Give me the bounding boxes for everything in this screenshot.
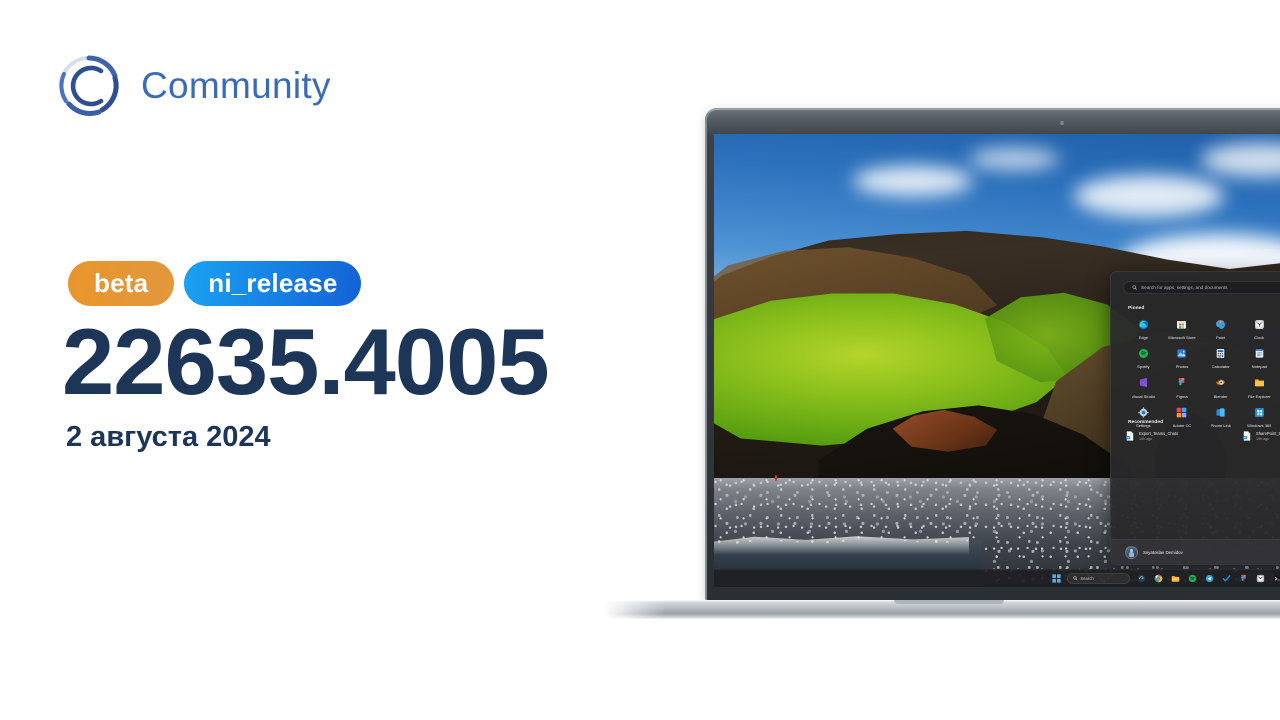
figma-icon — [1173, 374, 1190, 391]
pinned-app-spotify[interactable]: Spotify — [1124, 345, 1163, 369]
release-badges: beta ni_release — [68, 261, 362, 306]
pinned-app-edge[interactable]: Edge — [1124, 316, 1163, 340]
channel-badge-beta: beta — [68, 261, 175, 306]
taskbar-search-label: Search — [1080, 576, 1094, 581]
search-icon — [1073, 576, 1078, 581]
webcam-dot-icon — [1060, 121, 1064, 125]
taskbar-items[interactable]: Search — [1050, 573, 1280, 585]
file-explorer-icon — [1251, 374, 1268, 391]
to-do-icon[interactable] — [1220, 573, 1232, 585]
file-meta: 19h ago — [1256, 437, 1270, 441]
recommended-title: Recommended — [1128, 420, 1164, 426]
calculator-icon — [1212, 345, 1229, 362]
release-date: 2 августа 2024 — [66, 421, 271, 453]
start-menu-search-placeholder: Search for apps, settings, and documents — [1141, 285, 1228, 290]
branch-badge-ni-release: ni_release — [184, 261, 362, 306]
pinned-app-paint[interactable]: Paint — [1201, 316, 1240, 340]
microsoft-store-icon — [1173, 316, 1190, 333]
notepad-icon — [1251, 345, 1268, 362]
figma-icon[interactable] — [1237, 573, 1249, 585]
spotify-icon — [1135, 345, 1152, 362]
start-menu-footer: Svyatoslav Demidov — [1111, 539, 1280, 564]
laptop-screen: Search for apps, settings, and documents… — [714, 134, 1280, 587]
pinned-apps-grid[interactable]: Edge Microsoft Store Paint Clock Media P — [1124, 316, 1280, 428]
file-meta: 14h ago — [1139, 437, 1153, 441]
document-file-icon: W — [1242, 431, 1252, 441]
app-label: Calculator — [1211, 364, 1230, 370]
app-label: Photos — [1175, 364, 1189, 370]
taskbar[interactable]: Search — [714, 569, 1280, 587]
taskbar-search-box[interactable]: Search — [1067, 573, 1130, 584]
clock-icon — [1251, 316, 1268, 333]
pinned-app-visual-studio[interactable]: Visual Studio — [1124, 374, 1163, 399]
pinned-app-microsoft-store[interactable]: Microsoft Store — [1163, 316, 1202, 340]
spotify-icon[interactable] — [1186, 573, 1198, 585]
app-label: Visual Studio — [1131, 393, 1156, 399]
laptop-base — [604, 600, 1280, 619]
app-label: Edge — [1138, 335, 1149, 341]
chrome-icon[interactable] — [1152, 573, 1164, 585]
file-name: SharePoint_Site_Set_Read_Only_All — [1256, 431, 1280, 436]
recommended-section-header: Recommended More — [1128, 417, 1280, 429]
pinned-section-header: Pinned All apps — [1128, 303, 1280, 315]
laptop-base-notch — [894, 600, 1004, 604]
list-item[interactable]: W Export_Teams_Chats 14h ago — [1125, 431, 1238, 441]
recommended-list[interactable]: W Export_Teams_Chats 14h ago W SharePoin… — [1125, 431, 1280, 441]
pinned-title: Pinned — [1128, 306, 1145, 312]
pinned-app-photos[interactable]: Photos — [1163, 345, 1202, 369]
brand-name: Community — [141, 65, 331, 106]
pinned-app-file-explorer[interactable]: File Explorer — [1240, 374, 1279, 399]
app-label: Paint — [1216, 335, 1226, 341]
pinned-app-blender[interactable]: Blender — [1201, 374, 1240, 399]
distant-person — [774, 475, 777, 482]
list-item[interactable]: W SharePoint_Site_Set_Read_Only_All 19h … — [1242, 431, 1280, 441]
app-label: Spotify — [1137, 364, 1150, 370]
pinned-app-clock[interactable]: Clock — [1240, 316, 1279, 340]
terminal-icon[interactable] — [1271, 573, 1280, 585]
pinned-app-figma[interactable]: Figma — [1163, 374, 1202, 399]
file-name: Export_Teams_Chats — [1139, 431, 1179, 436]
start-menu-search-input[interactable]: Search for apps, settings, and documents — [1123, 281, 1280, 294]
windows-start-icon[interactable] — [1050, 573, 1062, 585]
app-label: Blender — [1213, 393, 1228, 399]
file-explorer-icon[interactable] — [1169, 573, 1181, 585]
photos-icon — [1173, 345, 1190, 362]
telegram-icon[interactable] — [1203, 573, 1215, 585]
build-number: 22635.4005 — [62, 309, 550, 414]
laptop-device-mockup: Search for apps, settings, and documents… — [604, 108, 1280, 623]
copilot-icon[interactable] — [1135, 573, 1147, 585]
pinned-app-notepad[interactable]: Notepad — [1240, 345, 1279, 369]
edge-icon — [1135, 316, 1152, 333]
document-file-icon: W — [1125, 431, 1135, 441]
brand-lockup: Community — [55, 52, 331, 120]
pinned-app-calculator[interactable]: Calculator — [1201, 345, 1240, 369]
app-label: Notepad — [1251, 364, 1267, 370]
app-label: Figma — [1176, 393, 1188, 399]
search-icon — [1132, 285, 1137, 290]
visual-studio-icon — [1135, 374, 1152, 391]
app-label: Microsoft Store — [1168, 335, 1196, 341]
clock-icon[interactable] — [1254, 573, 1266, 585]
user-name: Svyatoslav Demidov — [1143, 549, 1183, 555]
user-account-button[interactable]: Svyatoslav Demidov — [1125, 545, 1280, 559]
start-menu[interactable]: Search for apps, settings, and documents… — [1110, 271, 1280, 565]
paint-icon — [1212, 316, 1229, 333]
blender-icon — [1212, 374, 1229, 391]
user-avatar-icon — [1125, 545, 1138, 559]
app-label: File Explorer — [1247, 393, 1271, 399]
app-label: Clock — [1254, 335, 1265, 341]
community-c-logo-icon — [55, 52, 123, 120]
release-info-panel: Community beta ni_release 22635.4005 2 а… — [0, 0, 640, 720]
